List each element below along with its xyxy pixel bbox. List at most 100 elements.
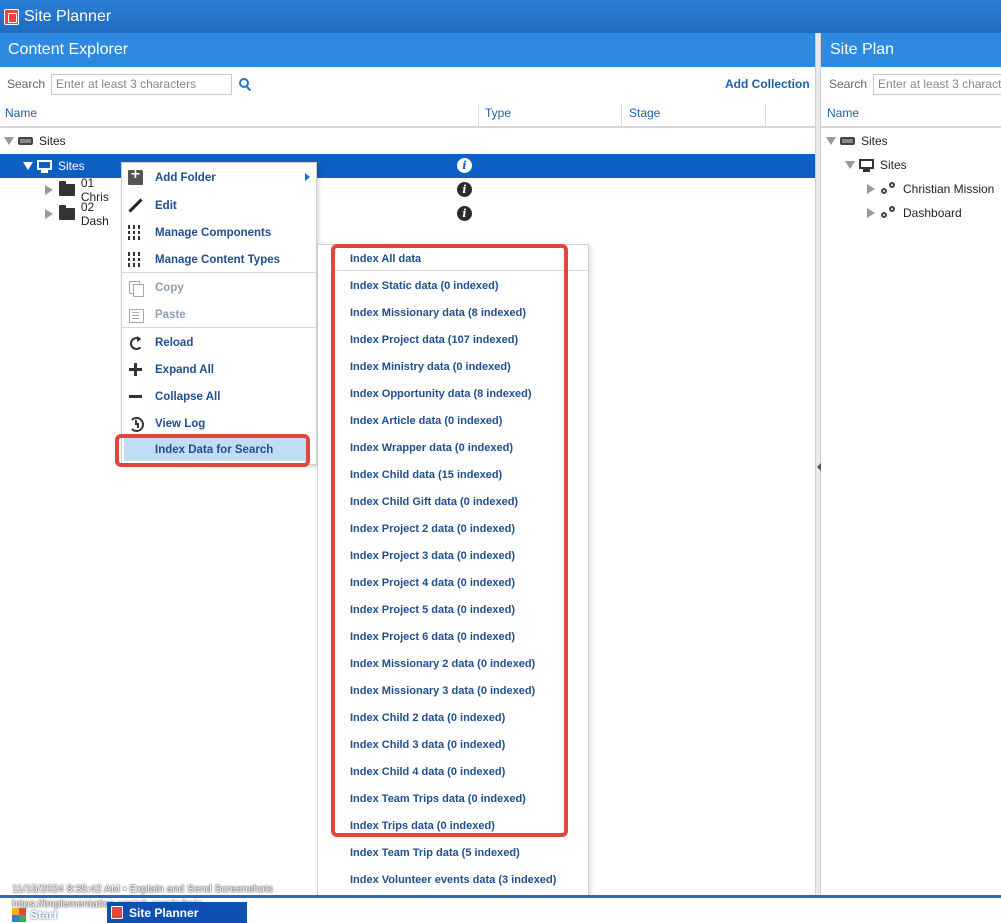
site-plan-tree-row-sites[interactable]: Sites [845,153,995,177]
expand-arrow-icon[interactable] [845,161,855,169]
content-explorer-search-row: Search [7,70,253,98]
start-button[interactable]: Start [12,907,57,923]
submenu-item-index-project-2-data[interactable]: Index Project 2 data (0 indexed) [318,515,588,542]
expand-arrow-icon[interactable] [826,137,836,145]
column-separator [478,104,479,126]
submenu-item-index-project-data[interactable]: Index Project data (107 indexed) [318,326,588,353]
submenu-arrow-icon [305,173,310,181]
site-plan-tree-row-christian-mission[interactable]: Christian Mission [867,177,1001,201]
panel-splitter[interactable] [815,33,821,895]
search-label: Search [829,77,868,91]
link-node-icon [881,206,897,220]
monitor-icon [859,158,874,172]
site-plan-search-row: Search [829,70,1001,98]
info-icon[interactable]: i [457,206,472,221]
submenu-item-index-project-6-data[interactable]: Index Project 6 data (0 indexed) [318,623,588,650]
menu-item-manage-components[interactable]: Manage Components [122,219,316,246]
submenu-item-index-all-data[interactable]: Index All data [318,245,588,272]
menu-item-edit[interactable]: Edit [122,192,316,219]
site-plan-tree-row-sites-root[interactable]: Sites [826,129,996,153]
history-icon [128,416,144,432]
expand-arrow-icon[interactable] [4,137,14,145]
site-plan-column-header: Name [821,100,1001,128]
submenu-item-index-child-data[interactable]: Index Child data (15 indexed) [318,461,588,488]
menu-item-label: View Log [155,417,206,430]
taskbar-site-planner-tab[interactable]: Site Planner [107,902,247,923]
site-plan-search-input[interactable] [873,73,1001,95]
submenu-item-index-wrapper-data[interactable]: Index Wrapper data (0 indexed) [318,434,588,461]
collapse-arrow-icon[interactable] [45,185,53,195]
submenu-item-index-child-4-data[interactable]: Index Child 4 data (0 indexed) [318,758,588,785]
tree-row-folder-01[interactable]: 01 Chris [45,176,125,204]
site-planner-app-icon [111,906,123,919]
menu-item-reload[interactable]: Reload [122,329,316,356]
menu-item-label: Manage Components [155,226,272,239]
submenu-item-index-volunteer-events-data[interactable]: Index Volunteer events data (3 indexed) [318,866,588,893]
submenu-item-index-project-3-data[interactable]: Index Project 3 data (0 indexed) [318,542,588,569]
collapse-arrow-icon[interactable] [867,184,875,194]
column-stage[interactable]: Stage [629,106,660,120]
submenu-item-index-missionary-data[interactable]: Index Missionary data (8 indexed) [318,299,588,326]
menu-separator [332,270,588,271]
content-explorer-header: Content Explorer [0,33,815,67]
tree-row-sites-root[interactable]: Sites [4,129,604,153]
submenu-item-index-ministry-data[interactable]: Index Ministry data (0 indexed) [318,353,588,380]
tree-label: Sites [39,134,66,148]
tree-label: 02 Dash [80,200,109,228]
column-name[interactable]: Name [5,106,37,120]
pencil-icon [128,198,143,213]
task-label: Site Planner [129,905,199,920]
menu-item-label: Edit [155,199,177,212]
context-menu: Add Folder Edit Manage Components Manage… [121,162,317,465]
server-icon [840,137,855,145]
index-data-submenu: Index All data Index Static data (0 index… [317,244,589,918]
collapse-arrow-icon[interactable] [45,209,53,219]
menu-item-manage-content-types[interactable]: Manage Content Types [122,246,316,273]
submenu-item-index-opportunity-data[interactable]: Index Opportunity data (8 indexed) [318,380,588,407]
info-icon[interactable]: i [457,182,472,197]
submenu-item-index-trips-data[interactable]: Index Trips data (0 indexed) [318,812,588,839]
submenu-item-index-child-2-data[interactable]: Index Child 2 data (0 indexed) [318,704,588,731]
collapse-arrow-icon[interactable] [867,208,875,218]
submenu-item-index-static-data[interactable]: Index Static data (0 indexed) [318,272,588,299]
submenu-item-index-team-trips-data[interactable]: Index Team Trips data (0 indexed) [318,785,588,812]
submenu-item-index-article-data[interactable]: Index Article data (0 indexed) [318,407,588,434]
column-type[interactable]: Type [485,106,511,120]
submenu-item-index-team-trip-data[interactable]: Index Team Trip data (5 indexed) [318,839,588,866]
search-icon[interactable] [238,77,253,92]
start-label: Start [30,908,58,922]
tree-label: Sites [861,134,888,148]
submenu-item-index-child-gift-data[interactable]: Index Child Gift data (0 indexed) [318,488,588,515]
plus-icon [128,362,143,377]
site-plan-tree-row-dashboard[interactable]: Dashboard [867,201,1001,225]
submenu-item-index-child-3-data[interactable]: Index Child 3 data (0 indexed) [318,731,588,758]
menu-item-collapse-all[interactable]: Collapse All [122,383,316,410]
submenu-item-index-missionary-3-data[interactable]: Index Missionary 3 data (0 indexed) [318,677,588,704]
column-separator [621,104,622,126]
tree-label: Christian Mission [903,182,995,196]
expand-arrow-icon[interactable] [23,162,33,170]
info-icon[interactable]: i [457,158,472,173]
menu-item-view-log[interactable]: View Log [122,410,316,437]
add-collection-link[interactable]: Add Collection [725,77,810,91]
submenu-item-index-project-4-data[interactable]: Index Project 4 data (0 indexed) [318,569,588,596]
tree-label: Sites [58,159,85,173]
menu-item-add-folder[interactable]: Add Folder [122,164,316,191]
menu-item-paste[interactable]: Paste [122,301,316,328]
paste-icon [128,307,144,323]
content-explorer-search-input[interactable] [51,73,233,95]
menu-item-copy[interactable]: Copy [122,274,316,301]
collapse-panel-icon[interactable] [817,463,821,471]
menu-item-label: Reload [155,336,194,349]
submenu-item-index-project-5-data[interactable]: Index Project 5 data (0 indexed) [318,596,588,623]
menu-item-index-data-for-search[interactable]: Index Data for Search [124,438,306,461]
reload-icon [128,335,143,350]
column-name[interactable]: Name [827,106,859,120]
tree-row-folder-02[interactable]: 02 Dash [45,200,125,228]
menu-separator [122,272,316,273]
menu-item-expand-all[interactable]: Expand All [122,356,316,383]
submenu-item-index-missionary-2-data[interactable]: Index Missionary 2 data (0 indexed) [318,650,588,677]
link-node-icon [881,182,897,196]
app-title: Site Planner [24,7,112,25]
title-bar: Site Planner [0,0,1001,33]
